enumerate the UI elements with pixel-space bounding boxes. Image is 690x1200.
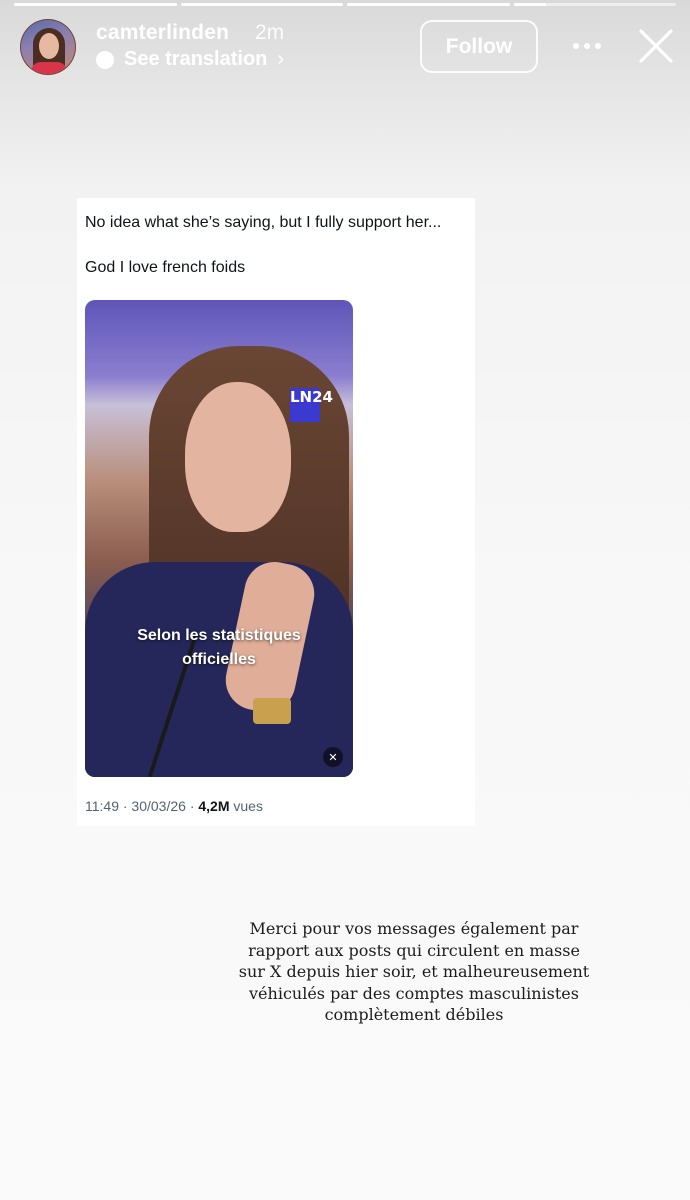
story-progress-bar bbox=[14, 3, 676, 6]
tweet-meta: 11:49 · 30/03/26 · 4,2M vues bbox=[85, 798, 263, 814]
avatar[interactable] bbox=[20, 19, 76, 75]
tweet-timestamp: 11:49 · 30/03/26 · bbox=[85, 798, 199, 814]
chevron-right-icon: › bbox=[277, 48, 285, 70]
tweet-views-label: vues bbox=[229, 798, 263, 814]
progress-segment bbox=[347, 3, 510, 6]
see-translation-link[interactable]: See translation › bbox=[96, 48, 284, 71]
story-text-line: véhiculés par des comptes masculinistes bbox=[249, 983, 579, 1003]
caption-line: Selon les statistiques bbox=[137, 627, 301, 644]
story-text-line: complètement débiles bbox=[324, 1005, 504, 1024]
username[interactable]: camterlinden bbox=[96, 21, 229, 45]
translate-bubble-icon bbox=[96, 50, 114, 69]
progress-segment bbox=[513, 3, 676, 6]
more-options-icon[interactable] bbox=[570, 34, 604, 58]
channel-logo: LN24 bbox=[290, 388, 333, 422]
tweet-text-line: No idea what she’s saying, but I fully s… bbox=[85, 214, 442, 231]
tweet-views-count: 4,2M bbox=[198, 798, 230, 814]
embedded-tweet: No idea what she’s saying, but I fully s… bbox=[77, 198, 475, 826]
story-text-line: rapport aux posts qui circulent en masse bbox=[248, 940, 580, 960]
follow-button[interactable]: Follow bbox=[420, 20, 538, 73]
story-text-line: sur X depuis hier soir, et malheureuseme… bbox=[238, 962, 590, 981]
video-caption: Selon les statistiques officielles bbox=[85, 624, 353, 672]
see-translation-label: See translation bbox=[124, 48, 268, 70]
story-text: Merci pour vos messages également par ra… bbox=[228, 918, 600, 1026]
story-text-line: Merci pour vos messages également par bbox=[249, 919, 579, 938]
progress-segment bbox=[180, 3, 343, 6]
caption-line: officielles bbox=[182, 651, 256, 668]
close-icon[interactable] bbox=[637, 27, 675, 65]
tweet-text-line: God I love french foids bbox=[85, 259, 246, 276]
progress-segment bbox=[14, 3, 177, 6]
post-time: 2m bbox=[255, 21, 285, 44]
tweet-video: LN24 Selon les statistiques officielles … bbox=[85, 300, 353, 777]
mute-icon: ✕ bbox=[323, 747, 343, 767]
